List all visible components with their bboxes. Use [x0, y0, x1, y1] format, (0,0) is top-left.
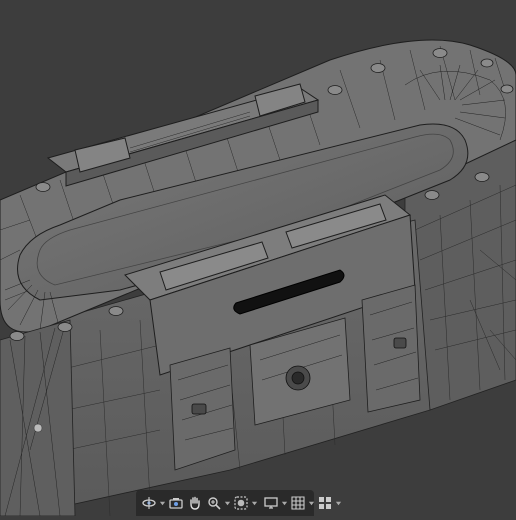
chevron-down-icon	[308, 501, 315, 505]
zoom-dropdown[interactable]	[224, 493, 231, 513]
orbit-icon	[142, 497, 156, 509]
pan-button[interactable]	[186, 493, 204, 513]
grid-button[interactable]	[289, 493, 307, 513]
grid-dropdown[interactable]	[308, 493, 315, 513]
layout-button[interactable]	[316, 493, 334, 513]
layout-dropdown[interactable]	[335, 493, 342, 513]
viewport-navigation-toolbar	[136, 490, 342, 516]
chevron-down-icon	[224, 501, 231, 505]
overlay-dropdown[interactable]	[251, 493, 258, 513]
zoom-icon	[208, 497, 221, 510]
chevron-down-icon	[335, 501, 342, 505]
monitor-dropdown[interactable]	[281, 493, 288, 513]
overlay-sphere-icon	[234, 496, 248, 510]
model-wireframe-render	[0, 0, 516, 517]
orbit-dropdown[interactable]	[159, 493, 166, 513]
chevron-down-icon	[159, 501, 166, 505]
pan-hand-icon	[190, 496, 200, 510]
overlay-button[interactable]	[232, 493, 250, 513]
chevron-down-icon	[251, 501, 258, 505]
orbit-button[interactable]	[140, 493, 158, 513]
3d-viewport[interactable]	[0, 0, 516, 517]
monitor-button[interactable]	[262, 493, 280, 513]
layout-icon	[319, 497, 331, 509]
chevron-down-icon	[281, 501, 288, 505]
grid-icon	[291, 496, 305, 510]
zoom-button[interactable]	[205, 493, 223, 513]
camera-view-icon	[169, 498, 183, 509]
monitor-icon	[264, 497, 278, 509]
camera-view-button[interactable]	[167, 493, 185, 513]
